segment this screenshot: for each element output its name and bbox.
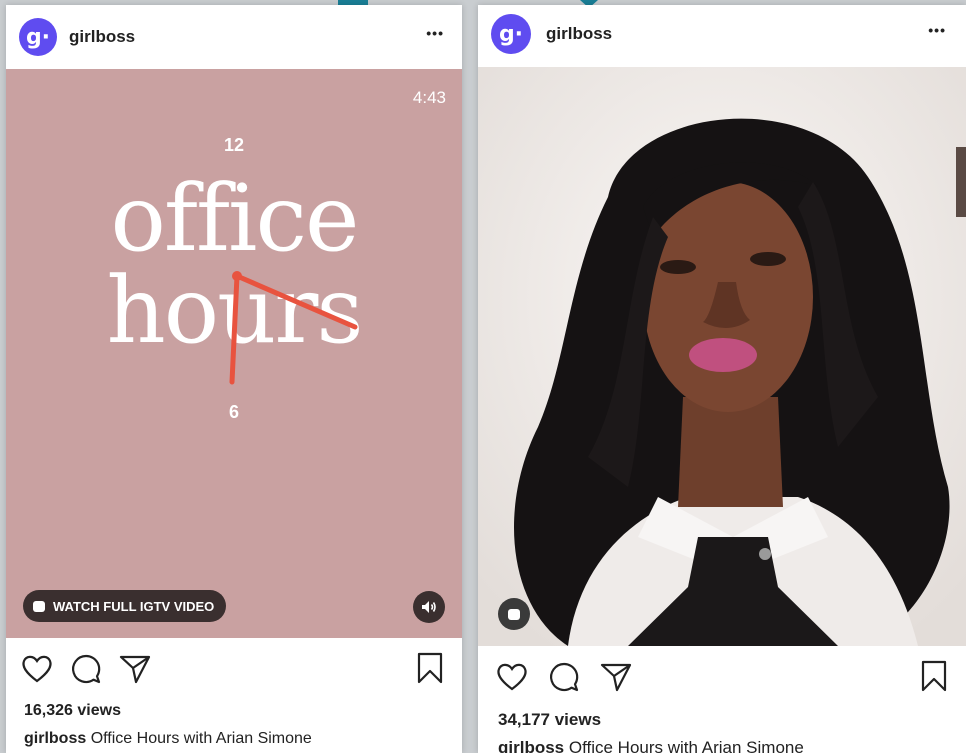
caption-text: Office Hours with Arian Simone <box>568 738 804 753</box>
clock-number-6: 6 <box>228 402 239 422</box>
clock-hands <box>229 271 358 385</box>
avatar[interactable]: g· <box>491 14 531 54</box>
more-options-icon[interactable]: ••• <box>928 22 946 38</box>
post-actions: 16,326 views girlboss Office Hours with … <box>6 638 462 753</box>
bookmark-icon[interactable] <box>921 660 947 692</box>
share-icon[interactable] <box>600 662 632 692</box>
avatar[interactable]: g· <box>19 18 57 56</box>
volume-button[interactable] <box>413 591 445 623</box>
igtv-icon <box>508 608 520 620</box>
view-count[interactable]: 16,326 views <box>24 702 121 720</box>
caption-text: Office Hours with Arian Simone <box>90 730 312 747</box>
clock-center <box>232 271 242 281</box>
heart-icon[interactable] <box>21 654 53 684</box>
igtv-badge[interactable] <box>498 598 530 630</box>
igtv-icon <box>33 600 45 612</box>
hour-hand <box>229 273 240 385</box>
post-header: g· girlboss ••• <box>478 5 966 67</box>
watch-igtv-button[interactable]: WATCH FULL IGTV VIDEO <box>23 590 227 622</box>
comment-icon[interactable] <box>70 653 102 685</box>
caption-username[interactable]: girlboss <box>24 730 86 747</box>
username[interactable]: girlboss <box>69 27 135 47</box>
caption: girlboss Office Hours with Arian Simone <box>498 738 804 753</box>
post-header: g· girlboss ••• <box>6 5 462 69</box>
post-actions: 34,177 views girlboss Office Hours with … <box>478 646 966 753</box>
avatar-letter: g· <box>498 21 524 47</box>
avatar-letter: g· <box>25 24 51 50</box>
video-media[interactable]: 4:43 12 office hours 6 WATCH FULL IGTV V… <box>6 69 462 638</box>
minute-hand <box>234 273 358 330</box>
video-media[interactable] <box>478 67 966 646</box>
more-options-icon[interactable]: ••• <box>426 25 444 41</box>
post-right: g· girlboss ••• 34,177 views girlboss Of… <box>478 5 966 753</box>
caption: girlboss Office Hours with Arian Simone <box>24 730 312 748</box>
share-icon[interactable] <box>119 654 151 684</box>
username[interactable]: girlboss <box>546 24 612 44</box>
caption-username[interactable]: girlboss <box>498 738 564 753</box>
heart-icon[interactable] <box>496 662 528 692</box>
comment-icon[interactable] <box>548 661 580 693</box>
video-frame-illustration <box>478 67 966 646</box>
bookmark-icon[interactable] <box>417 652 443 684</box>
speaker-icon <box>422 601 436 613</box>
view-count[interactable]: 34,177 views <box>498 710 601 730</box>
igtv-label: WATCH FULL IGTV VIDEO <box>53 598 215 614</box>
post-left: g· girlboss ••• 4:43 12 office hours 6 W… <box>6 5 462 753</box>
